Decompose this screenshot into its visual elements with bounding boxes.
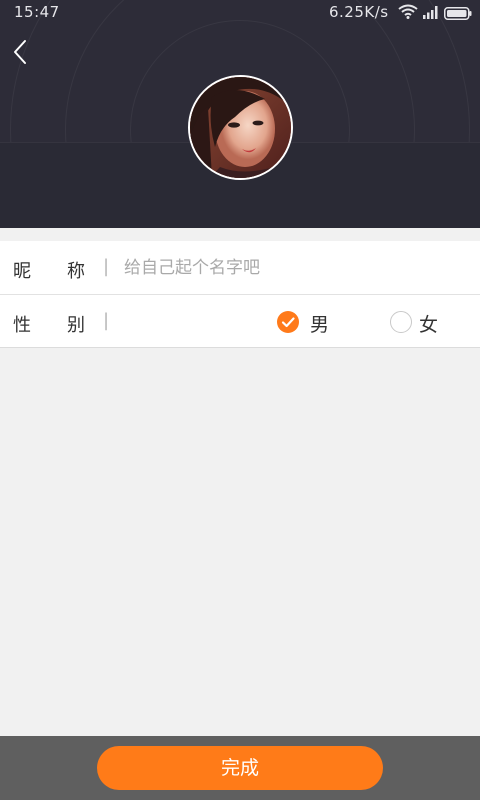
nickname-separator: |	[103, 256, 110, 277]
status-bar: 15:47 6.25K/s	[0, 0, 480, 26]
gender-separator: |	[103, 310, 110, 331]
gender-option-label: 女	[419, 314, 439, 336]
nickname-label-second: 称	[67, 261, 85, 282]
wifi-icon	[398, 4, 418, 23]
gender-option-male[interactable]: 男	[277, 307, 337, 337]
back-button[interactable]	[10, 38, 34, 68]
done-button[interactable]: 完成	[97, 746, 383, 790]
network-speed: 6.25K/s	[329, 3, 389, 21]
radio-checked-icon	[277, 311, 299, 333]
gender-option-female[interactable]: 女	[390, 307, 450, 337]
avatar[interactable]	[188, 75, 293, 180]
nickname-input[interactable]	[124, 253, 454, 283]
profile-form: 昵 称 | 性 别 | 男 女	[0, 241, 480, 348]
gender-label-second: 别	[67, 315, 85, 336]
avatar-photo	[190, 77, 291, 178]
nickname-row: 昵 称 |	[0, 241, 480, 294]
nickname-label-first: 昵	[13, 261, 31, 282]
bottom-bar: 完成	[0, 736, 480, 800]
gender-label-first: 性	[13, 315, 31, 336]
gender-option-label: 男	[310, 314, 330, 336]
chevron-left-icon	[10, 40, 34, 72]
battery-icon	[444, 6, 472, 24]
gender-row: 性 别 | 男 女	[0, 294, 480, 347]
signal-icon	[423, 5, 439, 23]
radio-unchecked-icon	[390, 311, 412, 333]
status-time: 15:47	[14, 3, 60, 21]
